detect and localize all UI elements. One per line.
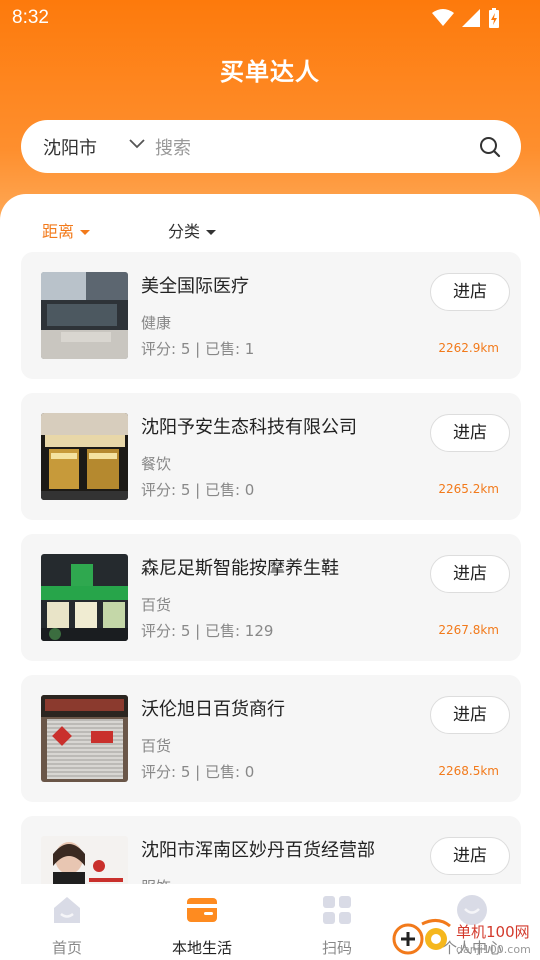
- shop-name: 美全国际医疗: [141, 276, 249, 297]
- svg-text:单机100网: 单机100网: [456, 923, 530, 941]
- wallet-icon: [187, 898, 217, 922]
- shop-distance: 2265.2km: [438, 482, 499, 496]
- status-icons: [432, 8, 500, 28]
- tab-label: 首页: [51, 939, 82, 957]
- shop-thumbnail: [41, 554, 128, 641]
- shop-card[interactable]: 森尼足斯智能按摩养生鞋 百货 评分: 5 | 已售: 129 进店 2267.8…: [21, 534, 521, 661]
- shop-distance: 2268.5km: [438, 764, 499, 778]
- shop-thumbnail: [41, 413, 128, 500]
- grid-icon: [323, 896, 351, 924]
- caret-down-icon: [80, 230, 91, 235]
- shop-thumbnail: [41, 836, 128, 884]
- shop-card[interactable]: 美全国际医疗 健康 评分: 5 | 已售: 1 进店 2262.9km: [21, 252, 521, 379]
- tab-label: 扫码: [321, 939, 352, 957]
- city-selector[interactable]: 沈阳市: [43, 134, 97, 160]
- page-title: 买单达人: [220, 58, 320, 86]
- enter-shop-button[interactable]: 进店: [430, 696, 510, 734]
- enter-shop-button[interactable]: 进店: [430, 555, 510, 593]
- chevron-down-icon[interactable]: [128, 138, 146, 150]
- filter-category-label: 分类: [168, 222, 201, 241]
- status-time: 8:32: [12, 7, 49, 28]
- shop-category: 餐饮: [141, 455, 172, 473]
- filter-distance-label: 距离: [42, 222, 75, 241]
- shop-distance: 2267.8km: [438, 623, 499, 637]
- filter-category[interactable]: 分类: [168, 218, 217, 242]
- shop-stats: 评分: 5 | 已售: 0: [141, 481, 255, 499]
- home-icon: [54, 897, 80, 923]
- caret-down-icon: [206, 230, 217, 235]
- shop-thumbnail: [41, 272, 128, 359]
- shop-name: 沈阳予安生态科技有限公司: [141, 417, 357, 438]
- shop-stats: 评分: 5 | 已售: 0: [141, 763, 255, 781]
- shop-name: 森尼足斯智能按摩养生鞋: [141, 558, 339, 579]
- tab-label: 本地生活: [171, 939, 232, 957]
- watermark-logo: 单机100网 danji100.com: [392, 918, 540, 960]
- search-bar: 沈阳市 搜索: [21, 120, 521, 173]
- search-icon[interactable]: [479, 136, 501, 158]
- shop-stats: 评分: 5 | 已售: 1: [141, 340, 255, 358]
- tab-local-life[interactable]: 本地生活: [152, 894, 252, 958]
- filter-distance[interactable]: 距离: [42, 218, 91, 242]
- shop-category: 百货: [141, 737, 172, 755]
- svg-text:danji100.com: danji100.com: [456, 943, 531, 956]
- enter-shop-button[interactable]: 进店: [430, 414, 510, 452]
- shop-category: 健康: [141, 314, 172, 332]
- shop-category: 服饰: [141, 876, 171, 884]
- shop-stats: 评分: 5 | 已售: 129: [141, 622, 274, 640]
- signal-icon: [462, 9, 480, 27]
- shop-card[interactable]: 沈阳市浑南区妙丹百货经营部 服饰 进店: [21, 816, 521, 884]
- status-bar: 8:32: [0, 0, 540, 36]
- shop-card[interactable]: 沈阳予安生态科技有限公司 餐饮 评分: 5 | 已售: 0 进店 2265.2k…: [21, 393, 521, 520]
- shop-distance: 2262.9km: [438, 341, 499, 355]
- wifi-icon: [432, 9, 454, 26]
- enter-shop-button[interactable]: 进店: [430, 837, 510, 875]
- shop-thumbnail: [41, 695, 128, 782]
- search-input[interactable]: 搜索: [155, 134, 191, 160]
- shop-name: 沈阳市浑南区妙丹百货经营部: [141, 840, 375, 861]
- enter-shop-button[interactable]: 进店: [430, 273, 510, 311]
- shop-list-panel: 距离 分类 美全国际医疗 健康 评分: 5 | 已售: 1 进店 2262.9k…: [0, 194, 540, 884]
- tab-home[interactable]: 首页: [17, 894, 117, 958]
- shop-category: 百货: [141, 596, 172, 614]
- battery-icon: [489, 8, 499, 28]
- shop-name: 沃伦旭日百货商行: [141, 699, 285, 720]
- shop-card[interactable]: 沃伦旭日百货商行 百货 评分: 5 | 已售: 0 进店 2268.5km: [21, 675, 521, 802]
- tab-scan[interactable]: 扫码: [287, 894, 387, 958]
